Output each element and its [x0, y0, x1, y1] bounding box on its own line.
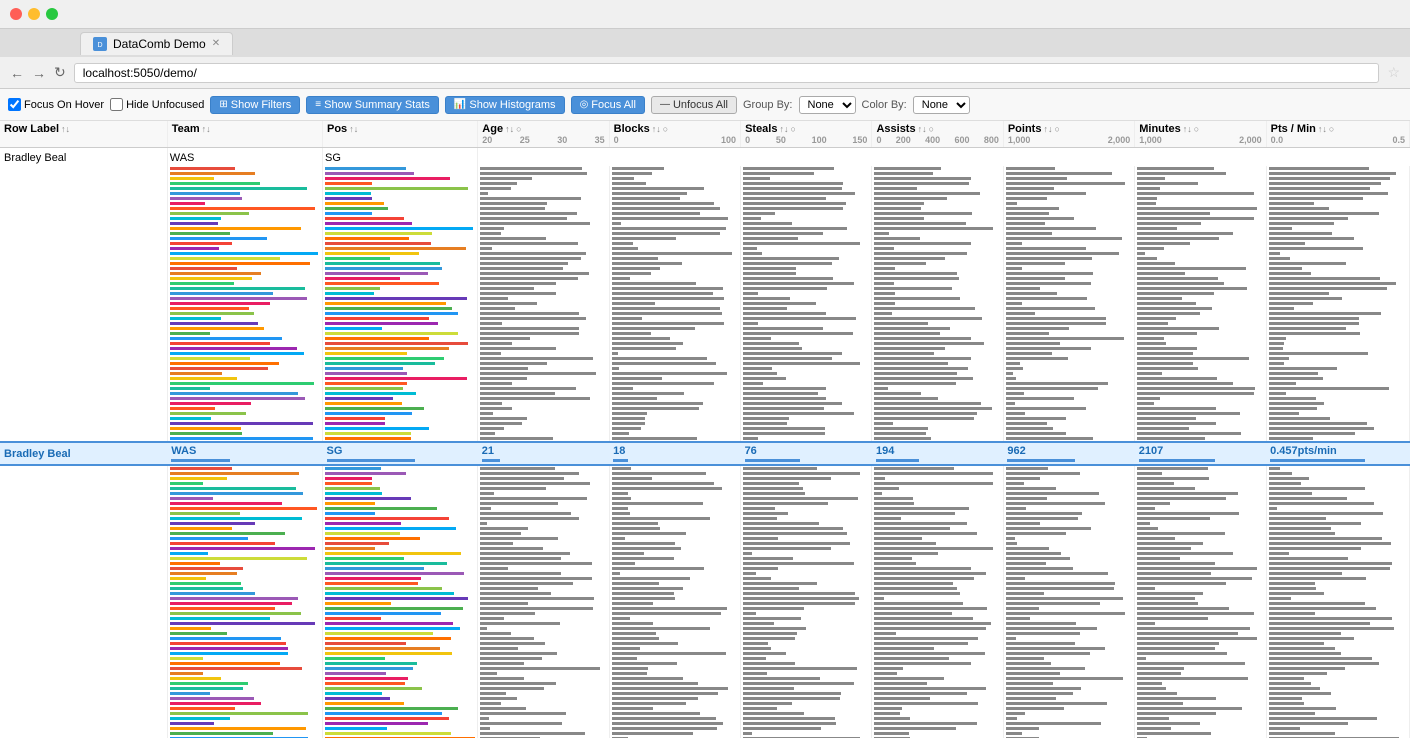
col-header-team: Team ↑↓	[167, 121, 322, 148]
minutes-filter-icon[interactable]: ○	[1194, 124, 1199, 134]
tab-close-icon[interactable]: ✕	[212, 38, 220, 49]
col-header-rowlabel: Row Label ↑↓	[0, 121, 167, 148]
focus-on-hover-toggle[interactable]: Focus On Hover	[8, 98, 104, 111]
rowlabel-col-title: Row Label	[4, 123, 59, 135]
color-by-select[interactable]: None	[913, 96, 970, 114]
back-button[interactable]: ←	[10, 65, 24, 81]
highlighted-row[interactable]: Bradley BealWASSG21187619496221070.457pt…	[0, 442, 1410, 465]
age-filter-icon[interactable]: ○	[516, 124, 521, 134]
bookmark-icon[interactable]: ☆	[1387, 64, 1400, 81]
forward-button[interactable]: →	[32, 65, 46, 81]
blocks-col-title: Blocks	[614, 123, 650, 135]
pos-col-title: Pos	[327, 123, 347, 135]
focus-all-button[interactable]: ◎ Focus All	[571, 96, 645, 114]
col-header-minutes: Minutes ↑↓ ○ 1,0002,000	[1135, 121, 1266, 148]
assists-col-title: Assists	[876, 123, 915, 135]
steals-sort-icon[interactable]: ↑↓	[779, 124, 788, 134]
age-sort-icon[interactable]: ↑↓	[505, 124, 514, 134]
url-input[interactable]: localhost:5050/demo/	[74, 63, 1380, 83]
col-header-steals: Steals ↑↓ ○ 050100150	[741, 121, 872, 148]
highlighted-cell-3: 21	[478, 442, 609, 465]
focus-on-hover-checkbox[interactable]	[8, 98, 21, 111]
show-histograms-button[interactable]: 📊 Show Histograms	[445, 96, 565, 114]
close-button[interactable]	[10, 8, 22, 20]
minimize-button[interactable]	[28, 8, 40, 20]
ptsmin-col-title: Pts / Min	[1271, 123, 1316, 135]
stats-icon: ≡	[315, 99, 321, 110]
steals-filter-icon[interactable]: ○	[790, 124, 795, 134]
tab-title: DataComb Demo	[113, 37, 206, 51]
highlighted-cell-4: 18	[609, 442, 740, 465]
col-header-age: Age ↑↓ ○ 20253035	[478, 121, 609, 148]
points-col-title: Points	[1008, 123, 1042, 135]
highlighted-cell-9: 0.457pts/min	[1266, 442, 1409, 465]
points-filter-icon[interactable]: ○	[1054, 124, 1059, 134]
hide-unfocused-toggle[interactable]: Hide Unfocused	[110, 98, 204, 111]
col-header-pos: Pos ↑↓	[323, 121, 478, 148]
unfocus-all-button[interactable]: — Unfocus All	[651, 96, 737, 114]
show-summary-stats-button[interactable]: ≡ Show Summary Stats	[306, 96, 439, 114]
col-header-ptsmin: Pts / Min ↑↓ ○ 0.00.5	[1266, 121, 1409, 148]
col-header-blocks: Blocks ↑↓ ○ 0100	[609, 121, 740, 148]
histogram-icon: 📊	[454, 99, 466, 110]
browser-tab-datacomb[interactable]: D DataComb Demo ✕	[80, 32, 233, 55]
highlighted-cell-2: SG	[323, 442, 478, 465]
minutes-col-title: Minutes	[1139, 123, 1181, 135]
group-by-select[interactable]: None	[799, 96, 856, 114]
highlighted-cell-1: WAS	[167, 442, 322, 465]
team-col-title: Team	[172, 123, 200, 135]
assists-sort-icon[interactable]: ↑↓	[918, 124, 927, 134]
pos-sort-icon[interactable]: ↑↓	[349, 124, 358, 134]
svg-text:D: D	[97, 42, 102, 49]
address-bar: ← → ↻ localhost:5050/demo/ ☆	[0, 57, 1410, 89]
highlighted-cell-7: 962	[1003, 442, 1134, 465]
unfocus-icon: —	[660, 99, 670, 110]
highlighted-cell-5: 76	[741, 442, 872, 465]
reload-button[interactable]: ↻	[54, 64, 66, 81]
filter-icon: ⊞	[219, 99, 227, 110]
steals-col-title: Steals	[745, 123, 777, 135]
blocks-sort-icon[interactable]: ↑↓	[652, 124, 661, 134]
highlighted-cell-6: 194	[872, 442, 1003, 465]
tab-favicon: D	[93, 37, 107, 51]
table-header: Row Label ↑↓ Team ↑↓ Pos ↑↓	[0, 121, 1410, 148]
focus-icon: ◎	[580, 99, 589, 110]
points-sort-icon[interactable]: ↑↓	[1043, 124, 1052, 134]
data-table: Row Label ↑↓ Team ↑↓ Pos ↑↓	[0, 121, 1410, 738]
toolbar: Focus On Hover Hide Unfocused ⊞ Show Fil…	[0, 89, 1410, 121]
table-body: Bradley BealWASSGBradley BealWASSG211876…	[0, 148, 1410, 738]
section1-header: Bradley BealWASSG	[0, 148, 1410, 167]
age-col-title: Age	[482, 123, 503, 135]
show-filters-button[interactable]: ⊞ Show Filters	[210, 96, 300, 114]
col-header-assists: Assists ↑↓ ○ 0200400600800	[872, 121, 1003, 148]
hide-unfocused-checkbox[interactable]	[110, 98, 123, 111]
ptsmin-filter-icon[interactable]: ○	[1329, 124, 1334, 134]
sort-asc-icon[interactable]: ↑↓	[61, 124, 70, 134]
assists-filter-icon[interactable]: ○	[929, 124, 934, 134]
col-header-points: Points ↑↓ ○ 1,0002,000	[1003, 121, 1134, 148]
traffic-lights	[0, 0, 1410, 28]
ptsmin-sort-icon[interactable]: ↑↓	[1318, 124, 1327, 134]
team-sort-icon[interactable]: ↑↓	[202, 124, 211, 134]
minutes-sort-icon[interactable]: ↑↓	[1183, 124, 1192, 134]
browser-chrome	[0, 0, 1410, 29]
blocks-filter-icon[interactable]: ○	[663, 124, 668, 134]
fullscreen-button[interactable]	[46, 8, 58, 20]
main-table-container[interactable]: Row Label ↑↓ Team ↑↓ Pos ↑↓	[0, 121, 1410, 738]
url-text: localhost:5050/demo/	[83, 66, 197, 80]
highlighted-cell-0: Bradley Beal	[0, 442, 167, 465]
highlighted-cell-8: 2107	[1135, 442, 1266, 465]
tab-bar: D DataComb Demo ✕	[0, 29, 1410, 57]
